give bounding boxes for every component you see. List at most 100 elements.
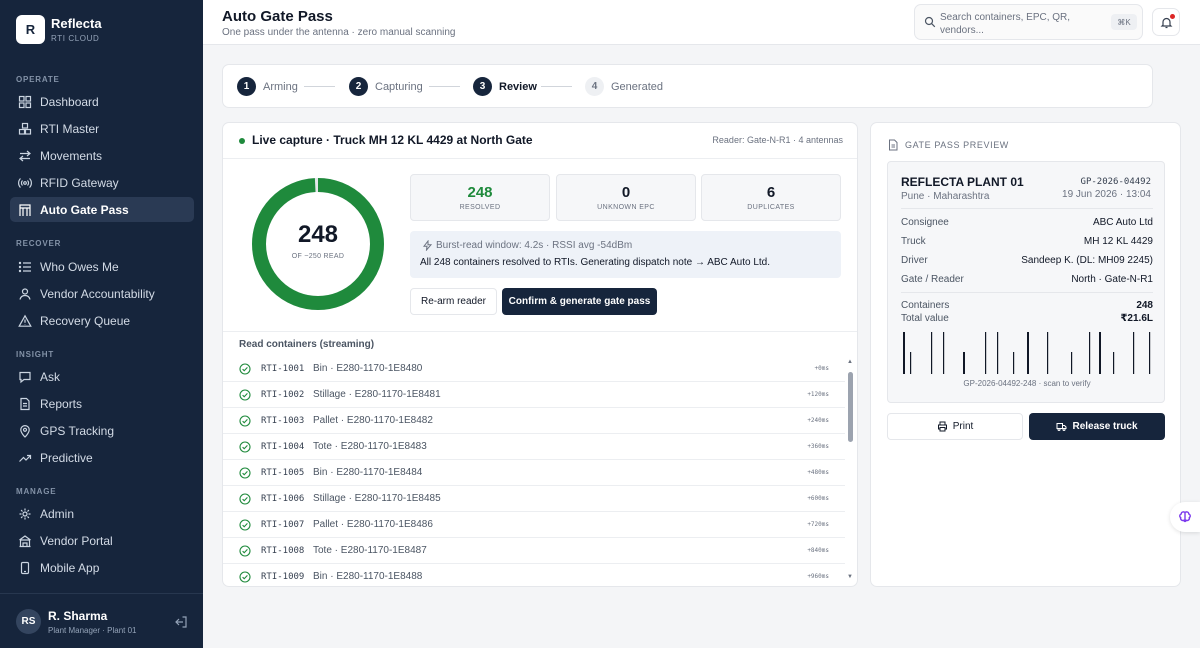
stat-label: DUPLICATES [747,204,795,211]
step-label: Generated [611,80,663,93]
scrollbar-thumb[interactable] [848,372,853,442]
field-value: North · Gate-N-R1 [1071,274,1153,285]
sidebar-item-label: Reports [40,396,83,411]
sidebar-item-predictive[interactable]: Predictive [10,445,194,470]
release-truck-button[interactable]: Release truck [1029,413,1165,440]
sidebar-item-vendor-portal[interactable]: Vendor Portal [10,528,194,553]
sidebar-item-gps-tracking[interactable]: GPS Tracking [10,418,194,443]
step-capturing[interactable]: 2 Capturing [349,77,423,96]
sidebar-item-ask[interactable]: Ask [10,364,194,389]
step-number: 1 [237,77,256,96]
boxes-icon [18,122,32,135]
avatar[interactable]: RS [16,609,41,634]
list-scrollbar[interactable]: ▲ ▼ [846,359,855,583]
print-button[interactable]: Print [887,413,1023,440]
gate-pass-date: 19 Jun 2026 · 13:04 [1062,189,1151,200]
truck-icon [1056,423,1067,431]
user-role: Plant Manager · Plant 01 [48,626,137,635]
rearm-reader-button[interactable]: Re-arm reader [410,288,497,315]
table-row[interactable]: RTI-1009 Bin · E280-1170-1E8488 +960ms [223,564,845,586]
print-label: Print [952,421,974,432]
stat-unknown-epc: 0 UNKNOWN EPC [556,174,696,221]
barcode-bar [1071,352,1073,374]
scroll-up-icon[interactable]: ▲ [847,359,853,365]
step-generated[interactable]: 4 Generated [585,77,663,96]
sidebar-item-label: Recovery Queue [40,313,131,328]
warning-icon [18,314,32,327]
sidebar-item-label: Predictive [40,450,93,465]
container-id: RTI-1004 [261,442,305,452]
table-row[interactable]: RTI-1004 Tote · E280-1170-1E8483 +360ms [223,434,845,460]
table-row[interactable]: RTI-1003 Pallet · E280-1170-1E8482 +240ms [223,408,845,434]
step-label: Arming [263,80,298,93]
sidebar-item-admin[interactable]: Admin [10,501,194,526]
step-review[interactable]: 3 Review [473,77,537,96]
preview-header: GATE PASS PREVIEW [887,139,1009,151]
user-name: R. Sharma [48,609,108,623]
burst-info-banner: Burst-read window: 4.2s · RSSI avg -54dB… [410,231,841,278]
preview-label: GATE PASS PREVIEW [905,140,1009,150]
user-panel: RS R. Sharma Plant Manager · Plant 01 [0,593,203,648]
sidebar-item-movements[interactable]: Movements [10,143,194,168]
sidebar-item-label: Ask [40,369,61,384]
table-row[interactable]: RTI-1002 Stillage · E280-1170-1E8481 +120m… [223,382,845,408]
sidebar-item-who-owes-me[interactable]: Who Owes Me [10,254,194,279]
container-id: RTI-1009 [261,572,305,582]
stat-label: RESOLVED [459,204,501,211]
search-input[interactable]: Search containers, EPC, QR, vendors... ⌘… [914,4,1143,40]
field-key: Truck [901,236,926,247]
table-row[interactable]: RTI-1008 Tote · E280-1170-1E8487 +840ms [223,538,845,564]
confirm-generate-button[interactable]: Confirm & generate gate pass [502,288,657,315]
read-containers-list: RTI-1001 Bin · E280-1170-1E8480 +0ms RTI-10… [223,356,845,586]
sidebar-item-rti-master[interactable]: RTI Master [10,116,194,141]
assistant-button[interactable] [1170,502,1200,532]
lightning-icon [422,240,433,251]
sidebar-item-mobile-app[interactable]: Mobile App [10,555,194,580]
step-connector [429,86,460,87]
sidebar-item-rfid-gateway[interactable]: RFID Gateway [10,170,194,195]
sidebar-item-auto-gate-pass[interactable]: Auto Gate Pass [10,197,194,222]
scroll-down-icon[interactable]: ▼ [847,574,853,580]
brand-logo: R [16,15,45,44]
sidebar-item-dashboard[interactable]: Dashboard [10,89,194,114]
stat-value: 248 [467,184,493,201]
check-circle-icon [239,519,251,531]
logout-icon[interactable] [174,615,188,629]
sidebar-item-reports[interactable]: Reports [10,391,194,416]
barcode-bar [963,352,965,374]
sidebar: R Reflecta RTI CLOUD OPERATE Dashboard R… [0,0,203,648]
top-header: Auto Gate Pass One pass under the antenn… [203,0,1200,45]
step-number: 2 [349,77,368,96]
brand[interactable]: R Reflecta RTI CLOUD [16,15,102,44]
step-arming[interactable]: 1 Arming [237,77,298,96]
check-circle-icon [239,415,251,427]
step-label: Capturing [375,80,423,93]
notifications-button[interactable] [1152,8,1180,36]
page-title: Auto Gate Pass [222,8,333,25]
read-offset: +120ms [807,391,829,398]
read-offset: +360ms [807,443,829,450]
table-row[interactable]: RTI-1005 Bin · E280-1170-1E8484 +480ms [223,460,845,486]
sidebar-item-vendor-accountability[interactable]: Vendor Accountability [10,281,194,306]
nav-section-insight: INSIGHT [16,350,55,359]
barcode-bar [903,332,905,374]
gate-icon [19,203,31,216]
table-row[interactable]: RTI-1007 Pallet · E280-1170-1E8486 +720ms [223,512,845,538]
live-indicator [239,138,245,144]
barcode-bar [1027,332,1029,374]
container-detail: Stillage · E280-1170-1E8485 [313,493,441,504]
table-row[interactable]: RTI-1006 Stillage · E280-1170-1E8485 +600m… [223,486,845,512]
field-value: ₹21.6L [1120,313,1153,324]
table-row[interactable]: RTI-1001 Bin · E280-1170-1E8480 +0ms [223,356,845,382]
read-offset: +480ms [807,469,829,476]
sidebar-item-recovery-queue[interactable]: Recovery Queue [10,308,194,333]
container-id: RTI-1006 [261,494,305,504]
sidebar-item-label: Movements [40,148,103,163]
search-placeholder: Search containers, EPC, QR, vendors... [940,12,1071,36]
barcode-bar [1047,332,1049,374]
step-connector [304,86,335,87]
sidebar-item-label: GPS Tracking [40,423,115,438]
check-circle-icon [239,545,251,557]
resolution-summary: All 248 containers resolved to RTIs. Gen… [420,257,771,268]
container-detail: Stillage · E280-1170-1E8481 [313,389,441,400]
